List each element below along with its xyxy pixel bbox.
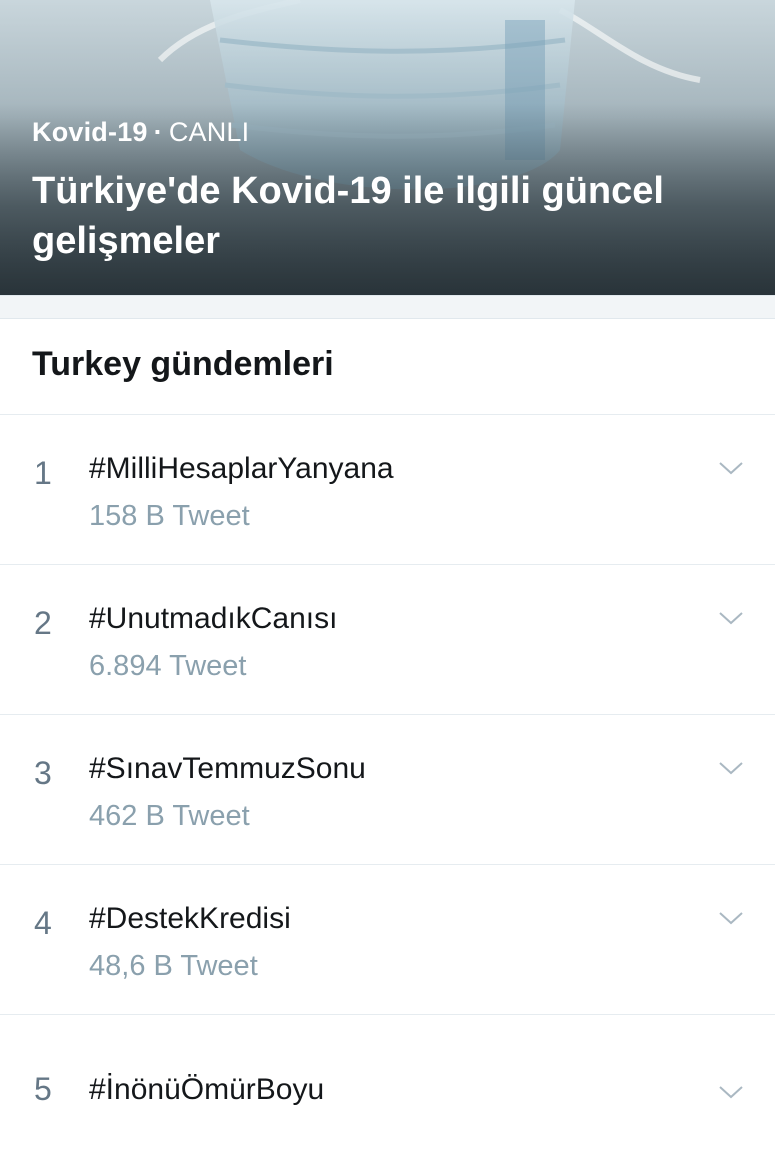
meta-separator: · (153, 117, 163, 147)
trend-rank: 1 (34, 455, 52, 491)
trend-hashtag[interactable]: #UnutmadıkCanısı (89, 602, 337, 636)
trend-item[interactable]: 5 #İnönüÖmürBoyu (0, 1015, 775, 1159)
trend-item[interactable]: 1 #MilliHesaplarYanyana 158 B Tweet (0, 415, 775, 565)
trend-rank: 5 (34, 1071, 52, 1107)
chevron-down-icon[interactable] (718, 609, 744, 627)
trend-tweet-count: 48,6 B Tweet (89, 950, 258, 982)
trend-hashtag[interactable]: #DestekKredisi (89, 902, 291, 936)
trend-hashtag[interactable]: #İnönüÖmürBoyu (89, 1073, 324, 1107)
trend-tweet-count: 158 B Tweet (89, 500, 250, 532)
trend-item[interactable]: 3 #SınavTemmuzSonu 462 B Tweet (0, 715, 775, 865)
event-meta: Kovid-19 · CANLI (32, 117, 249, 148)
trend-rank: 4 (34, 905, 52, 941)
trend-item[interactable]: 4 #DestekKredisi 48,6 B Tweet (0, 865, 775, 1015)
trend-rank: 3 (34, 755, 52, 791)
trend-tweet-count: 6.894 Tweet (89, 650, 247, 682)
trend-hashtag[interactable]: #SınavTemmuzSonu (89, 752, 366, 786)
trend-hashtag[interactable]: #MilliHesaplarYanyana (89, 452, 394, 486)
chevron-down-icon[interactable] (718, 909, 744, 927)
event-category: Kovid-19 (32, 117, 148, 147)
chevron-down-icon[interactable] (718, 459, 744, 477)
live-label: CANLI (168, 117, 250, 147)
trend-tweet-count: 462 B Tweet (89, 800, 250, 832)
trend-rank: 2 (34, 605, 52, 641)
event-title[interactable]: Türkiye'de Kovid-19 ile ilgili güncel ge… (32, 166, 732, 266)
trends-heading: Turkey gündemleri (32, 345, 334, 383)
chevron-down-icon[interactable] (718, 1083, 744, 1101)
section-divider (0, 295, 775, 319)
trend-item[interactable]: 2 #UnutmadıkCanısı 6.894 Tweet (0, 565, 775, 715)
live-event-banner[interactable]: Kovid-19 · CANLI Türkiye'de Kovid-19 ile… (0, 0, 775, 295)
chevron-down-icon[interactable] (718, 759, 744, 777)
